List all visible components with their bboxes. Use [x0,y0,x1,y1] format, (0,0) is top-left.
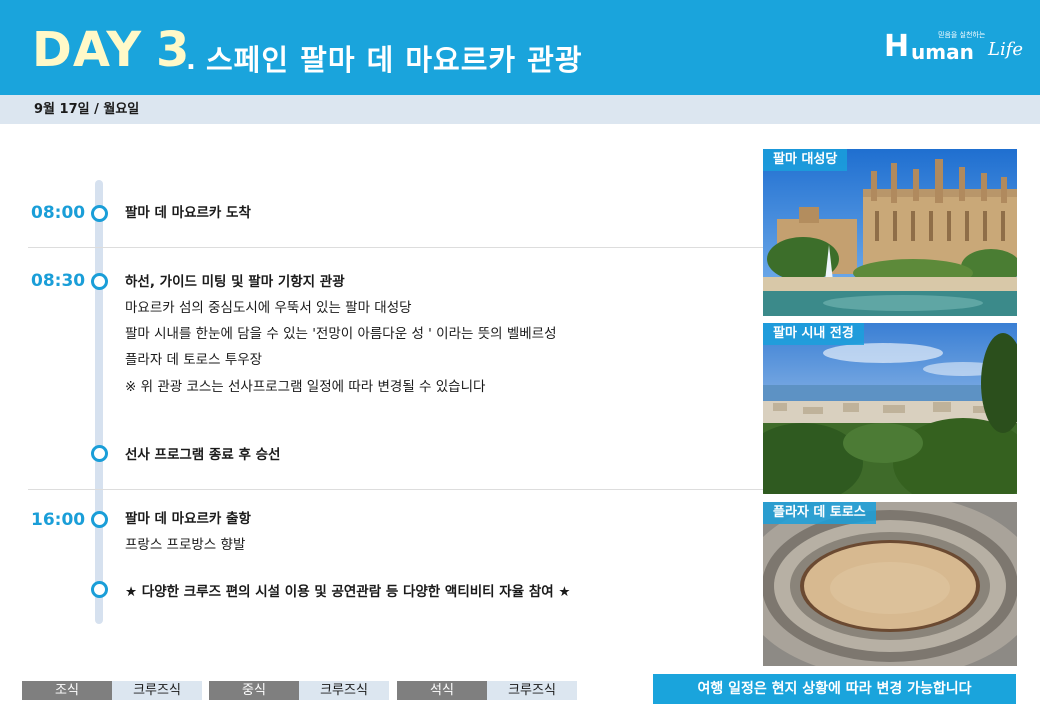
meal-label-breakfast: 조식 [22,681,112,700]
photo-bullring: 플라자 데 토로스 [763,502,1017,666]
logo-tagline: 믿음을 실천하는 [938,31,986,39]
city-view-image [763,323,1017,494]
photo-cathedral: 팔마 대성당 [763,149,1017,316]
time-1600: 16:00 [31,510,86,530]
event-departure: 팔마 데 마요르카 출항 [125,511,251,527]
meal-value-lunch: 크루즈식 [299,681,389,700]
event-departure-line: 프랑스 프로방스 향발 [125,537,246,553]
time-0830: 08:30 [31,271,86,291]
logo-uman: uman [911,40,974,64]
meal-value-breakfast: 크루즈식 [112,681,202,700]
cathedral-image [763,149,1017,316]
date-bar [0,95,1040,124]
photo-city-view: 팔마 시내 전경 [763,323,1017,494]
event-tour-line: 마요르카 섬의 중심도시에 우뚝서 있는 팔마 대성당 [125,300,412,316]
bullring-image [763,502,1017,666]
event-arrival: 팔마 데 마요르카 도착 [125,205,251,221]
meal-label-lunch: 중식 [209,681,299,700]
photo-caption: 팔마 대성당 [763,149,848,171]
timeline-dot-icon [91,511,108,528]
event-activities: ★ 다양한 크루즈 편의 시설 이용 및 공연관람 등 다양한 액티비티 자율 … [125,584,571,600]
humanlife-logo: 믿음을 실천하는 H uman Life [878,26,1028,68]
photo-caption: 팔마 시내 전경 [763,323,864,345]
event-tour-line: 플라자 데 토로스 투우장 [125,352,263,368]
time-0800: 08:00 [31,203,86,223]
page-title: 스페인 팔마 데 마요르카 관광 [206,43,583,77]
event-tour-line: 팔마 시내를 한눈에 담을 수 있는 '전망이 아름다운 성 ' 이라는 뜻의 … [125,326,557,342]
meal-label-dinner: 석식 [397,681,487,700]
divider [28,247,764,248]
day-number: 3 [156,22,190,78]
timeline-dot-icon [91,445,108,462]
timeline-dot-icon [91,581,108,598]
day-label: DAY [32,22,143,78]
meal-value-dinner: 크루즈식 [487,681,577,700]
event-tour-title: 하선, 가이드 미팅 및 팔마 기항지 관광 [125,274,345,290]
event-tour-note: ※ 위 관광 코스는 선사프로그램 일정에 따라 변경될 수 있습니다 [125,379,486,395]
timeline-dot-icon [91,273,108,290]
timeline-dot-icon [91,205,108,222]
event-boarding: 선사 프로그램 종료 후 승선 [125,447,281,463]
date-text: 9월 17일 / 월요일 [34,102,140,117]
logo-life: Life [988,39,1024,60]
divider [28,489,764,490]
day-dot: . [186,46,196,76]
logo-h: H [884,29,910,64]
header-banner: DAY 3 . 스페인 팔마 데 마요르카 관광 믿음을 실천하는 H uman… [0,0,1040,95]
photo-caption: 플라자 데 토로스 [763,502,876,524]
itinerary-notice: 여행 일정은 현지 상황에 따라 변경 가능합니다 [653,674,1016,704]
